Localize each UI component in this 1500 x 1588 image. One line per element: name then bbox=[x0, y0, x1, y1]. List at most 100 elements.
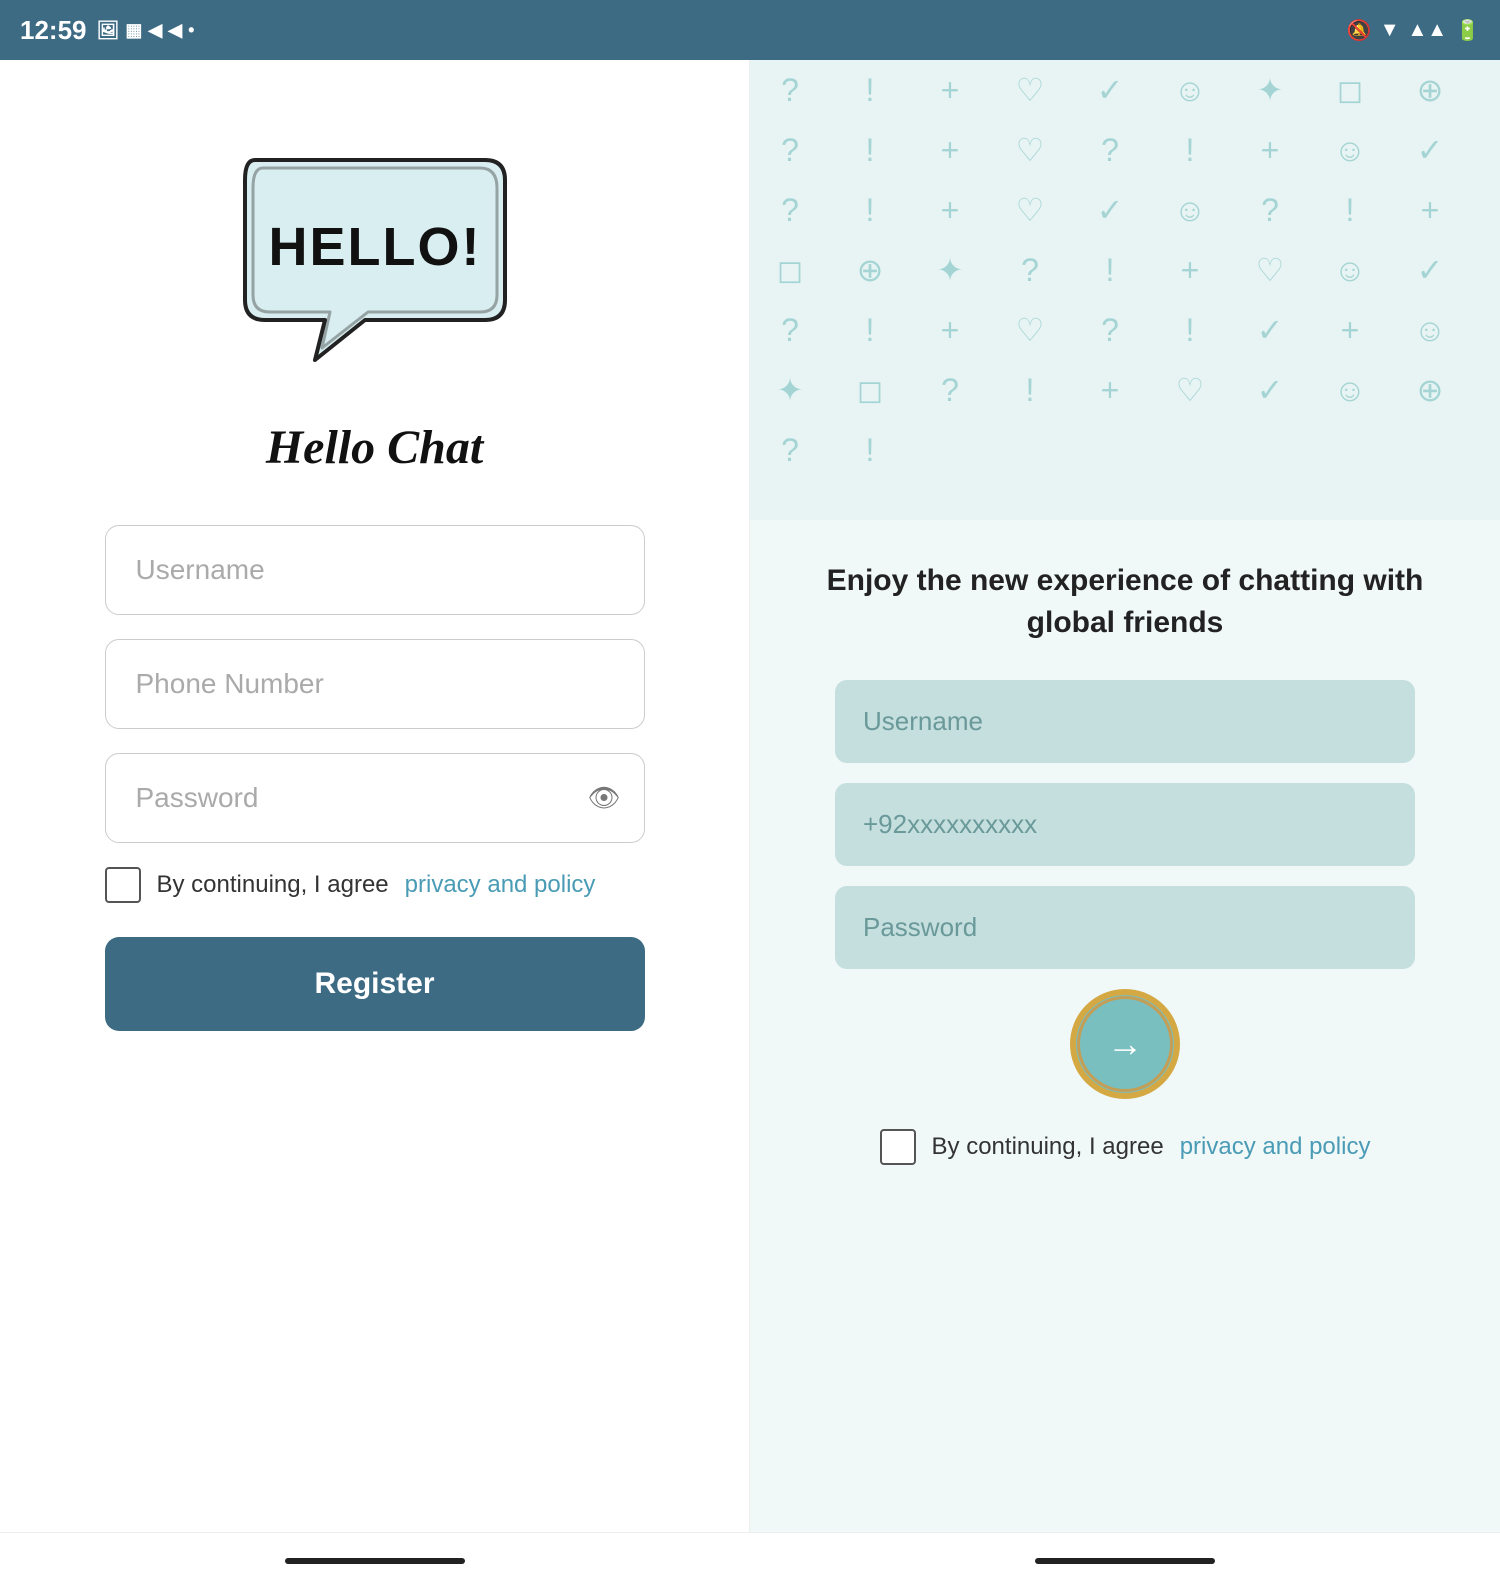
pattern-icon: ? bbox=[750, 120, 830, 180]
pattern-icon: ♡ bbox=[1150, 360, 1230, 420]
terms-checkbox-right[interactable] bbox=[880, 1129, 916, 1165]
time-display: 12:59 bbox=[20, 15, 87, 46]
pattern-icon: + bbox=[1390, 180, 1470, 240]
pattern-icon: ♡ bbox=[990, 120, 1070, 180]
pattern-icon: ✓ bbox=[1390, 120, 1470, 180]
password-toggle-icon[interactable]: 👁 bbox=[587, 783, 620, 814]
left-panel: HELLO! Hello Chat 👁 By continuing, I agr… bbox=[0, 60, 750, 1532]
pattern-icon: ! bbox=[990, 360, 1070, 420]
left-form: 👁 By continuing, I agree privacy and pol… bbox=[105, 525, 645, 1031]
password-input-right[interactable] bbox=[835, 886, 1415, 969]
mute-icon: 🔕 bbox=[1347, 18, 1372, 43]
status-icons-left: 🖼▦◀◀• bbox=[97, 20, 195, 41]
pattern-icon: + bbox=[1310, 300, 1390, 360]
pattern-icon: ! bbox=[830, 60, 910, 120]
pattern-icon: ? bbox=[750, 300, 830, 360]
pattern-icon: ✦ bbox=[1230, 60, 1310, 120]
wifi-icon: ▼ bbox=[1380, 19, 1400, 42]
password-input-left[interactable] bbox=[105, 753, 645, 843]
pattern-icon: ♡ bbox=[990, 180, 1070, 240]
pattern-icon: ◻ bbox=[1310, 60, 1390, 120]
pattern-icon: ? bbox=[1230, 180, 1310, 240]
terms-checkbox-left[interactable] bbox=[105, 867, 141, 903]
pattern-icon: ⊕ bbox=[1390, 60, 1470, 120]
pattern-icon: ☺ bbox=[1310, 360, 1390, 420]
pattern-icon: ? bbox=[750, 60, 830, 120]
bottom-nav-bar bbox=[0, 1532, 1500, 1588]
privacy-link-right[interactable]: privacy and policy bbox=[1180, 1133, 1371, 1161]
submit-circle-button[interactable]: → bbox=[1070, 989, 1180, 1099]
right-panel: ? ! + ♡ ✓ ☺ ✦ ◻ ⊕ ? ! + ♡ ? ! + ☺ ✓ ? ! bbox=[750, 60, 1500, 1532]
pattern-icon: ☺ bbox=[1310, 120, 1390, 180]
terms-label-left: By continuing, I agree bbox=[157, 871, 389, 899]
pattern-icon: + bbox=[1070, 360, 1150, 420]
pattern-icon: ? bbox=[750, 180, 830, 240]
pattern-icon: ☺ bbox=[1150, 60, 1230, 120]
right-nav-indicator bbox=[1035, 1558, 1215, 1564]
app-title: Hello Chat bbox=[266, 420, 483, 475]
pattern-icon: ! bbox=[1310, 180, 1390, 240]
pattern-icon: ! bbox=[830, 120, 910, 180]
pattern-icon: ♡ bbox=[990, 60, 1070, 120]
pattern-icon: ♡ bbox=[990, 300, 1070, 360]
pattern-icon: ? bbox=[990, 240, 1070, 300]
pattern-icon: ! bbox=[1070, 240, 1150, 300]
right-form-section: Enjoy the new experience of chatting wit… bbox=[750, 520, 1500, 1205]
arrow-right-icon: → bbox=[1107, 1023, 1143, 1065]
pattern-icon: ! bbox=[1150, 300, 1230, 360]
pattern-icon: ! bbox=[830, 420, 910, 480]
terms-row-right: By continuing, I agree privacy and polic… bbox=[880, 1129, 1371, 1165]
pattern-icon: ! bbox=[830, 300, 910, 360]
status-time: 12:59 🖼▦◀◀• bbox=[20, 15, 194, 46]
pattern-icon: ! bbox=[1150, 120, 1230, 180]
pattern-icon: ◻ bbox=[750, 240, 830, 300]
status-icons-right: 🔕 ▼ ▲▲ 🔋 bbox=[1347, 18, 1480, 43]
pattern-icon: ◻ bbox=[830, 360, 910, 420]
tagline: Enjoy the new experience of chatting wit… bbox=[810, 560, 1440, 644]
pattern-icon: ? bbox=[1070, 300, 1150, 360]
pattern-icon: ✓ bbox=[1070, 60, 1150, 120]
left-nav-indicator bbox=[285, 1558, 465, 1564]
svg-text:HELLO!: HELLO! bbox=[268, 217, 481, 277]
signal-icon: ▲▲ bbox=[1408, 19, 1448, 42]
register-button[interactable]: Register bbox=[105, 937, 645, 1031]
password-wrapper-left: 👁 bbox=[105, 753, 645, 843]
pattern-background: ? ! + ♡ ✓ ☺ ✦ ◻ ⊕ ? ! + ♡ ? ! + ☺ ✓ ? ! bbox=[750, 60, 1500, 520]
pattern-icon: + bbox=[910, 120, 990, 180]
pattern-icon: ✓ bbox=[1230, 360, 1310, 420]
pattern-icon: + bbox=[910, 60, 990, 120]
pattern-icon: ✓ bbox=[1230, 300, 1310, 360]
main-content: HELLO! Hello Chat 👁 By continuing, I agr… bbox=[0, 60, 1500, 1532]
pattern-icon: ⊕ bbox=[1390, 360, 1470, 420]
pattern-icon: + bbox=[910, 300, 990, 360]
pattern-icon: ✓ bbox=[1390, 240, 1470, 300]
pattern-icon: ? bbox=[750, 420, 830, 480]
pattern-icon: ! bbox=[830, 180, 910, 240]
logo-container: HELLO! bbox=[215, 120, 535, 400]
pattern-icon: ♡ bbox=[1230, 240, 1310, 300]
pattern-icon: ✓ bbox=[1070, 180, 1150, 240]
hello-logo: HELLO! bbox=[225, 130, 525, 390]
status-bar: 12:59 🖼▦◀◀• 🔕 ▼ ▲▲ 🔋 bbox=[0, 0, 1500, 60]
pattern-icon: ✦ bbox=[750, 360, 830, 420]
pattern-icon: ✦ bbox=[910, 240, 990, 300]
phone-input-left[interactable] bbox=[105, 639, 645, 729]
pattern-icon: ? bbox=[910, 360, 990, 420]
pattern-icon: + bbox=[1230, 120, 1310, 180]
pattern-icon: ☺ bbox=[1150, 180, 1230, 240]
right-form bbox=[835, 680, 1415, 969]
terms-label-right: By continuing, I agree bbox=[932, 1133, 1164, 1161]
pattern-icon: + bbox=[1150, 240, 1230, 300]
pattern-icon: ☺ bbox=[1310, 240, 1390, 300]
pattern-icon: + bbox=[910, 180, 990, 240]
username-input-right[interactable] bbox=[835, 680, 1415, 763]
pattern-icon: ☺ bbox=[1390, 300, 1470, 360]
battery-icon: 🔋 bbox=[1455, 18, 1480, 43]
phone-input-right[interactable] bbox=[835, 783, 1415, 866]
pattern-area: ? ! + ♡ ✓ ☺ ✦ ◻ ⊕ ? ! + ♡ ? ! + ☺ ✓ ? ! bbox=[750, 60, 1500, 520]
username-input-left[interactable] bbox=[105, 525, 645, 615]
privacy-link-left[interactable]: privacy and policy bbox=[405, 871, 596, 899]
terms-row-left: By continuing, I agree privacy and polic… bbox=[105, 867, 645, 903]
pattern-icon: ⊕ bbox=[830, 240, 910, 300]
pattern-icon: ? bbox=[1070, 120, 1150, 180]
